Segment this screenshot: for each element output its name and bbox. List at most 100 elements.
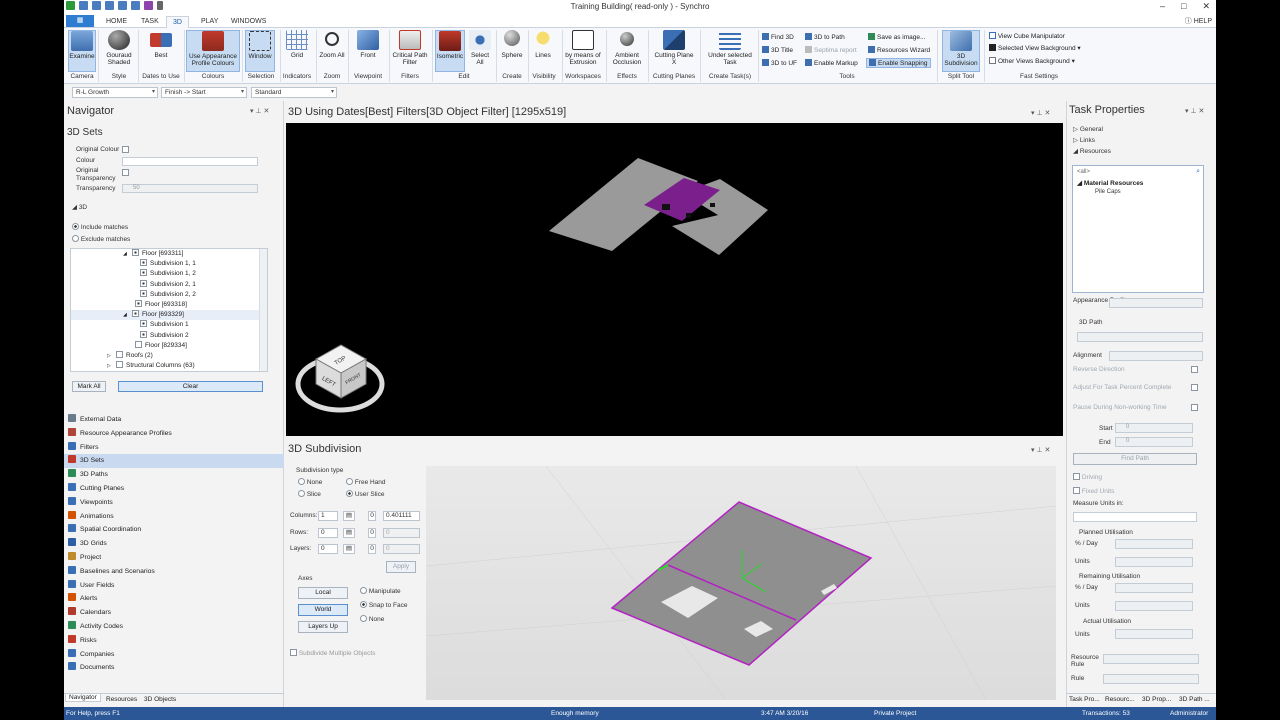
navigator-item[interactable]: Resource Appearance Profiles	[64, 427, 284, 441]
world-axes-button[interactable]: World	[298, 604, 348, 616]
tree-row[interactable]: ▷ Structural Columns (63)	[71, 361, 267, 371]
tab-play[interactable]: PLAY	[195, 16, 224, 28]
tab-3d-properties[interactable]: 3D Prop...	[1142, 696, 1171, 703]
gouraud-button[interactable]: Gouraud Shaded	[102, 30, 136, 66]
isometric-button[interactable]: Isometric	[435, 30, 465, 72]
tree-checkbox[interactable]	[140, 279, 147, 287]
tree-expander-icon[interactable]: ▷	[107, 361, 116, 371]
exclude-matches-radio[interactable]: Exclude matches	[72, 235, 130, 243]
section-3d-toggle[interactable]: ◢ 3D	[72, 203, 87, 211]
tab-resource-props[interactable]: Resourc...	[1105, 696, 1135, 703]
subdivision-menu-icon[interactable]: ▾ ⊥ ✕	[1031, 446, 1050, 454]
tree-row[interactable]: Subdivision 2	[71, 330, 267, 341]
tree-row[interactable]: Subdivision 2, 2	[71, 289, 267, 300]
rule-field[interactable]	[1103, 674, 1199, 684]
tab-navigator[interactable]: Navigator	[65, 694, 101, 702]
manipulate-radio[interactable]: Manipulate	[360, 587, 401, 595]
navigator-item[interactable]: External Data	[64, 413, 284, 427]
tree-checkbox[interactable]	[116, 361, 123, 369]
enable-snapping-button[interactable]: Enable Snapping	[866, 58, 931, 68]
3d-viewport[interactable]: TOP LEFT FRONT	[286, 123, 1063, 436]
dates-combo[interactable]: Finish -> Start	[161, 87, 247, 98]
tree-expander-icon[interactable]: ◢	[123, 249, 132, 259]
tree-checkbox[interactable]	[140, 320, 147, 328]
navigator-item[interactable]: 3D Sets	[64, 454, 284, 469]
layers-spinner[interactable]: 0	[318, 544, 338, 554]
type-freehand-radio[interactable]: Free Hand	[346, 478, 386, 486]
layer-depth-value[interactable]: 0	[383, 544, 420, 554]
task-props-menu-icon[interactable]: ▾ ⊥ ✕	[1185, 107, 1204, 115]
subdivision-viewport[interactable]	[426, 466, 1056, 700]
save-image-button[interactable]: Save as image...	[868, 33, 925, 41]
front-view-button[interactable]: Front	[351, 30, 385, 59]
planned-units-field[interactable]	[1115, 557, 1193, 567]
view-cube[interactable]: TOP LEFT FRONT	[295, 344, 385, 413]
tree-checkbox[interactable]	[140, 289, 147, 297]
critical-path-button[interactable]: Critical Path Filter	[392, 30, 428, 66]
remaining-pct-day-field[interactable]	[1115, 583, 1193, 593]
orig-colour-checkbox[interactable]	[122, 146, 129, 153]
tree-expander-icon[interactable]: ▷	[107, 351, 116, 361]
tree-row[interactable]: ◢ Floor [693329]	[71, 310, 267, 321]
tree-expander-icon[interactable]: ◢	[123, 310, 132, 320]
tab-resources[interactable]: Resources	[106, 696, 137, 703]
columns-spinner-btn[interactable]: ▤	[343, 511, 355, 521]
lines-button[interactable]: Lines	[531, 30, 555, 59]
tree-row[interactable]: ◢ Floor [693311]	[71, 249, 267, 259]
help-menu[interactable]: ⓘ HELP	[1185, 16, 1212, 26]
3d-view-menu-icon[interactable]: ▾ ⊥ ✕	[1031, 109, 1050, 117]
tree-checkbox[interactable]	[140, 330, 147, 338]
mark-all-button[interactable]: Mark All	[72, 381, 106, 392]
type-userslice-radio[interactable]: User Slice	[346, 490, 384, 498]
layer-depth-spinner[interactable]: 0	[368, 544, 376, 554]
navigator-item[interactable]: Activity Codes	[64, 620, 284, 634]
subdivided-floor-slab[interactable]	[610, 501, 873, 666]
3d-to-path-button[interactable]: 3D to Path	[805, 33, 845, 41]
appearance-profile-field[interactable]	[1109, 298, 1203, 308]
selected-view-bg-button[interactable]: Selected View Background ▾	[989, 44, 1081, 52]
tab-task[interactable]: TASK	[135, 16, 165, 28]
pause-nonworking-checkbox[interactable]	[1191, 404, 1198, 411]
navigator-item[interactable]: Companies	[64, 648, 284, 662]
other-views-bg-button[interactable]: Other Views Background ▾	[989, 57, 1075, 65]
subdivide-multiple-checkbox[interactable]: Subdivide Multiple Objects	[290, 649, 375, 657]
navigator-item[interactable]: Baselines and Scenarios	[64, 565, 284, 579]
planned-pct-day-field[interactable]	[1115, 539, 1193, 549]
orig-transp-checkbox[interactable]	[122, 169, 129, 176]
view-cube-checkbox[interactable]	[989, 32, 996, 39]
navigator-item[interactable]: Viewpoints	[64, 496, 284, 510]
start-field[interactable]: 0	[1115, 423, 1193, 433]
ambient-occlusion-button[interactable]: Ambient Occlusion	[609, 30, 645, 66]
navigator-item[interactable]: Cutting Planes	[64, 482, 284, 496]
3d-to-uf-button[interactable]: 3D to UF	[762, 59, 797, 67]
zoom-all-button[interactable]: Zoom All	[319, 30, 345, 59]
tree-checkbox[interactable]	[135, 340, 142, 348]
resources-search-icon[interactable]: ⌕	[1196, 168, 1200, 176]
material-resources-group[interactable]: ◢ Material Resources	[1077, 179, 1143, 187]
use-appearance-button[interactable]: Use Appearance Profile Colours	[186, 30, 240, 72]
best-dates-button[interactable]: Best	[140, 30, 182, 59]
extrusion-button[interactable]: by means of Extrusion	[564, 30, 602, 66]
section-links[interactable]: ▷ Links	[1073, 136, 1095, 144]
tree-checkbox[interactable]	[132, 249, 139, 256]
window-select-button[interactable]: Window	[245, 30, 275, 72]
tree-row[interactable]: Floor [829334]	[71, 340, 267, 351]
tree-checkbox[interactable]	[132, 310, 139, 318]
tree-row[interactable]: Floor [693318]	[71, 299, 267, 310]
select-all-button[interactable]: Select All	[467, 30, 493, 66]
adjust-percent-checkbox[interactable]	[1191, 384, 1198, 391]
3d-subdivision-button[interactable]: 3D Subdivision	[942, 30, 980, 72]
navigator-item[interactable]: Documents	[64, 661, 284, 675]
include-matches-radio[interactable]: Include matches	[72, 223, 128, 231]
under-task-button[interactable]: Under selected Task	[704, 30, 756, 66]
row-height-value[interactable]: 0	[383, 528, 420, 538]
cutting-plane-button[interactable]: Cutting Plane X	[652, 30, 696, 66]
examine-button[interactable]: Examine	[68, 30, 96, 72]
resources-wizard-button[interactable]: Resources Wizard	[868, 46, 930, 54]
type-slice-radio[interactable]: Slice	[298, 490, 321, 498]
navigator-item[interactable]: 3D Paths	[64, 468, 284, 482]
tree-row[interactable]: Subdivision 1, 2	[71, 269, 267, 279]
navigator-item[interactable]: Filters	[64, 441, 284, 455]
layers-up-button[interactable]: Layers Up	[298, 621, 348, 633]
sphere-button[interactable]: Sphere	[499, 30, 525, 59]
